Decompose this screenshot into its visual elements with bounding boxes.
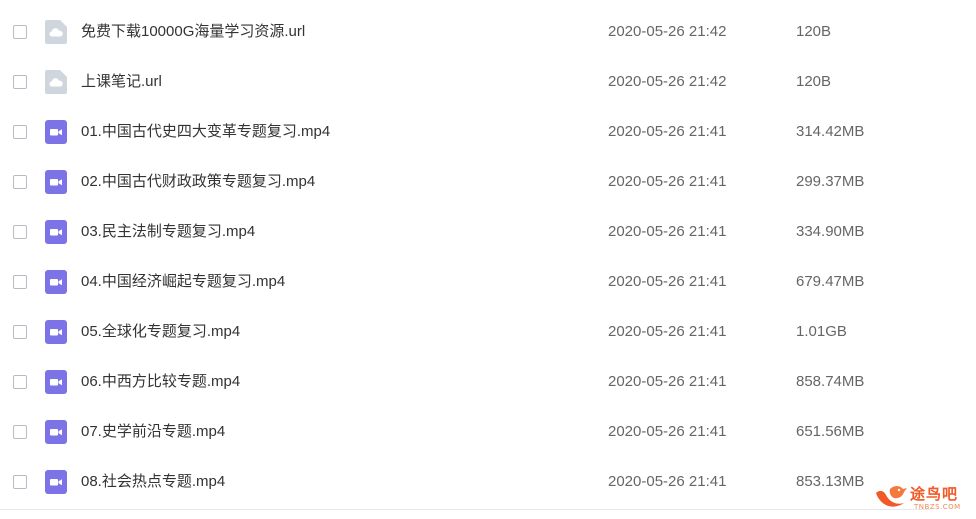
row-checkbox[interactable] (13, 125, 27, 139)
file-row[interactable]: 06.中西方比较专题.mp4 2020-05-26 21:41 858.74MB (0, 358, 976, 408)
watermark-text: 途鸟吧 (910, 485, 959, 503)
row-checkbox[interactable] (13, 325, 27, 339)
file-size: 299.37MB (796, 173, 865, 190)
file-size: 120B (796, 73, 832, 90)
video-file-icon (45, 220, 67, 244)
file-date: 2020-05-26 21:42 (608, 73, 727, 90)
file-name[interactable]: 04.中国经济崛起专题复习.mp4 (81, 272, 285, 292)
file-name[interactable]: 07.史学前沿专题.mp4 (81, 422, 225, 442)
file-date: 2020-05-26 21:42 (608, 23, 727, 40)
file-name[interactable]: 上课笔记.url (81, 72, 162, 92)
row-checkbox[interactable] (13, 475, 27, 489)
file-row[interactable]: 05.全球化专题复习.mp4 2020-05-26 21:41 1.01GB (0, 308, 976, 358)
row-checkbox[interactable] (13, 75, 27, 89)
file-size: 679.47MB (796, 273, 865, 290)
bird-logo-icon (872, 483, 910, 518)
file-name[interactable]: 02.中国古代财政政策专题复习.mp4 (81, 172, 315, 192)
file-size: 1.01GB (796, 323, 847, 340)
video-file-icon (45, 370, 67, 394)
list-divider (0, 509, 930, 510)
file-size: 334.90MB (796, 223, 865, 240)
row-checkbox[interactable] (13, 175, 27, 189)
file-date: 2020-05-26 21:41 (608, 373, 727, 390)
row-checkbox[interactable] (13, 275, 27, 289)
video-file-icon (45, 420, 67, 444)
file-size: 120B (796, 23, 832, 40)
row-checkbox[interactable] (13, 25, 27, 39)
file-name[interactable]: 01.中国古代史四大变革专题复习.mp4 (81, 122, 330, 142)
file-date: 2020-05-26 21:41 (608, 323, 727, 340)
file-row[interactable]: 08.社会热点专题.mp4 2020-05-26 21:41 853.13MB (0, 458, 976, 508)
file-date: 2020-05-26 21:41 (608, 423, 727, 440)
file-row[interactable]: 07.史学前沿专题.mp4 2020-05-26 21:41 651.56MB (0, 408, 976, 458)
file-date: 2020-05-26 21:41 (608, 223, 727, 240)
video-file-icon (45, 470, 67, 494)
video-file-icon (45, 170, 67, 194)
link-file-icon (45, 20, 67, 44)
file-name[interactable]: 08.社会热点专题.mp4 (81, 472, 225, 492)
file-size: 853.13MB (796, 473, 865, 490)
file-size: 651.56MB (796, 423, 865, 440)
file-row[interactable]: 上课笔记.url 2020-05-26 21:42 120B (0, 58, 976, 108)
file-size: 858.74MB (796, 373, 865, 390)
file-row[interactable]: 04.中国经济崛起专题复习.mp4 2020-05-26 21:41 679.4… (0, 258, 976, 308)
file-name[interactable]: 03.民主法制专题复习.mp4 (81, 222, 255, 242)
file-date: 2020-05-26 21:41 (608, 473, 727, 490)
row-checkbox[interactable] (13, 225, 27, 239)
video-file-icon (45, 320, 67, 344)
row-checkbox[interactable] (13, 375, 27, 389)
file-name[interactable]: 06.中西方比较专题.mp4 (81, 372, 240, 392)
file-list: 免费下载10000G海量学习资源.url 2020-05-26 21:42 12… (0, 8, 976, 508)
link-file-icon (45, 70, 67, 94)
file-row[interactable]: 02.中国古代财政政策专题复习.mp4 2020-05-26 21:41 299… (0, 158, 976, 208)
file-date: 2020-05-26 21:41 (608, 273, 727, 290)
file-row[interactable]: 03.民主法制专题复习.mp4 2020-05-26 21:41 334.90M… (0, 208, 976, 258)
file-row[interactable]: 01.中国古代史四大变革专题复习.mp4 2020-05-26 21:41 31… (0, 108, 976, 158)
watermark: 途鸟吧 TNBZS.COM (872, 483, 972, 515)
file-date: 2020-05-26 21:41 (608, 173, 727, 190)
watermark-subtext: TNBZS.COM (914, 503, 961, 511)
file-name[interactable]: 免费下载10000G海量学习资源.url (81, 22, 305, 42)
file-date: 2020-05-26 21:41 (608, 123, 727, 140)
file-name[interactable]: 05.全球化专题复习.mp4 (81, 322, 240, 342)
row-checkbox[interactable] (13, 425, 27, 439)
video-file-icon (45, 270, 67, 294)
video-file-icon (45, 120, 67, 144)
file-row[interactable]: 免费下载10000G海量学习资源.url 2020-05-26 21:42 12… (0, 8, 976, 58)
file-size: 314.42MB (796, 123, 865, 140)
